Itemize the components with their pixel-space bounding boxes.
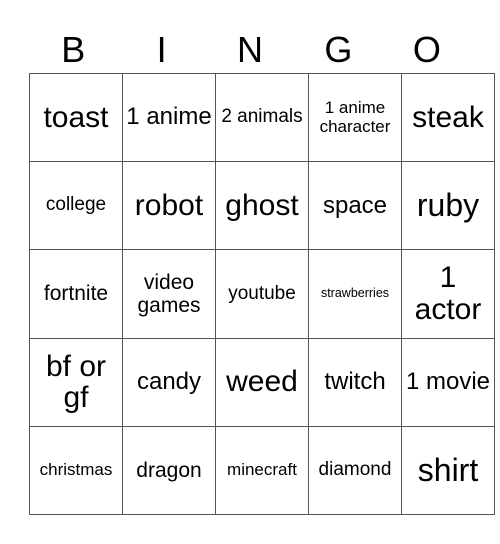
grid-row: toast 1 anime 2 animals 1 anime characte… [29, 72, 495, 163]
grid-row: christmas dragon minecraft diamond shirt [29, 425, 495, 516]
bingo-cell[interactable]: christmas [29, 425, 123, 516]
grid-row: bf or gf candy weed twitch 1 movie [29, 337, 495, 427]
bingo-cell[interactable]: space [308, 161, 402, 251]
bingo-cell[interactable]: 1 actor [401, 249, 495, 339]
bingo-cell[interactable]: youtube [215, 249, 309, 339]
bingo-cell[interactable]: weed [215, 337, 309, 427]
grid-row: fortnite video games youtube strawberrie… [29, 249, 495, 339]
bingo-cell[interactable]: 1 anime character [308, 72, 402, 163]
header-letter-b: B [61, 29, 86, 70]
bingo-cell[interactable]: 1 anime [122, 72, 216, 163]
bingo-cell[interactable]: fortnite [29, 249, 123, 339]
bingo-cell[interactable]: ruby [401, 161, 495, 251]
bingo-cell[interactable]: toast [29, 72, 123, 163]
bingo-cell[interactable]: college [29, 161, 123, 251]
bingo-cell[interactable]: strawberries [308, 249, 402, 339]
bingo-cell[interactable]: twitch [308, 337, 402, 427]
header-letter-o: O [412, 29, 441, 70]
bingo-cell[interactable]: 1 movie [401, 337, 495, 427]
bingo-cell[interactable]: robot [122, 161, 216, 251]
bingo-cell[interactable]: video games [122, 249, 216, 339]
bingo-cell[interactable]: dragon [122, 425, 216, 516]
bingo-cell[interactable]: minecraft [215, 425, 309, 516]
bingo-cell[interactable]: bf or gf [29, 337, 123, 427]
bingo-cell[interactable]: candy [122, 337, 216, 427]
grid-row: college robot ghost space ruby [29, 161, 495, 251]
header-letter-n: N [237, 29, 264, 70]
bingo-cell[interactable]: ghost [215, 161, 309, 251]
bingo-grid: toast 1 anime 2 animals 1 anime characte… [29, 72, 495, 516]
bingo-cell[interactable]: 2 animals [215, 72, 309, 163]
bingo-cell[interactable]: steak [401, 72, 495, 163]
bingo-header: B I N G O [29, 27, 471, 73]
bingo-cell[interactable]: shirt [401, 425, 495, 516]
header-letter-i: I [156, 29, 167, 70]
bingo-cell[interactable]: diamond [308, 425, 402, 516]
header-letter-g: G [324, 29, 353, 70]
